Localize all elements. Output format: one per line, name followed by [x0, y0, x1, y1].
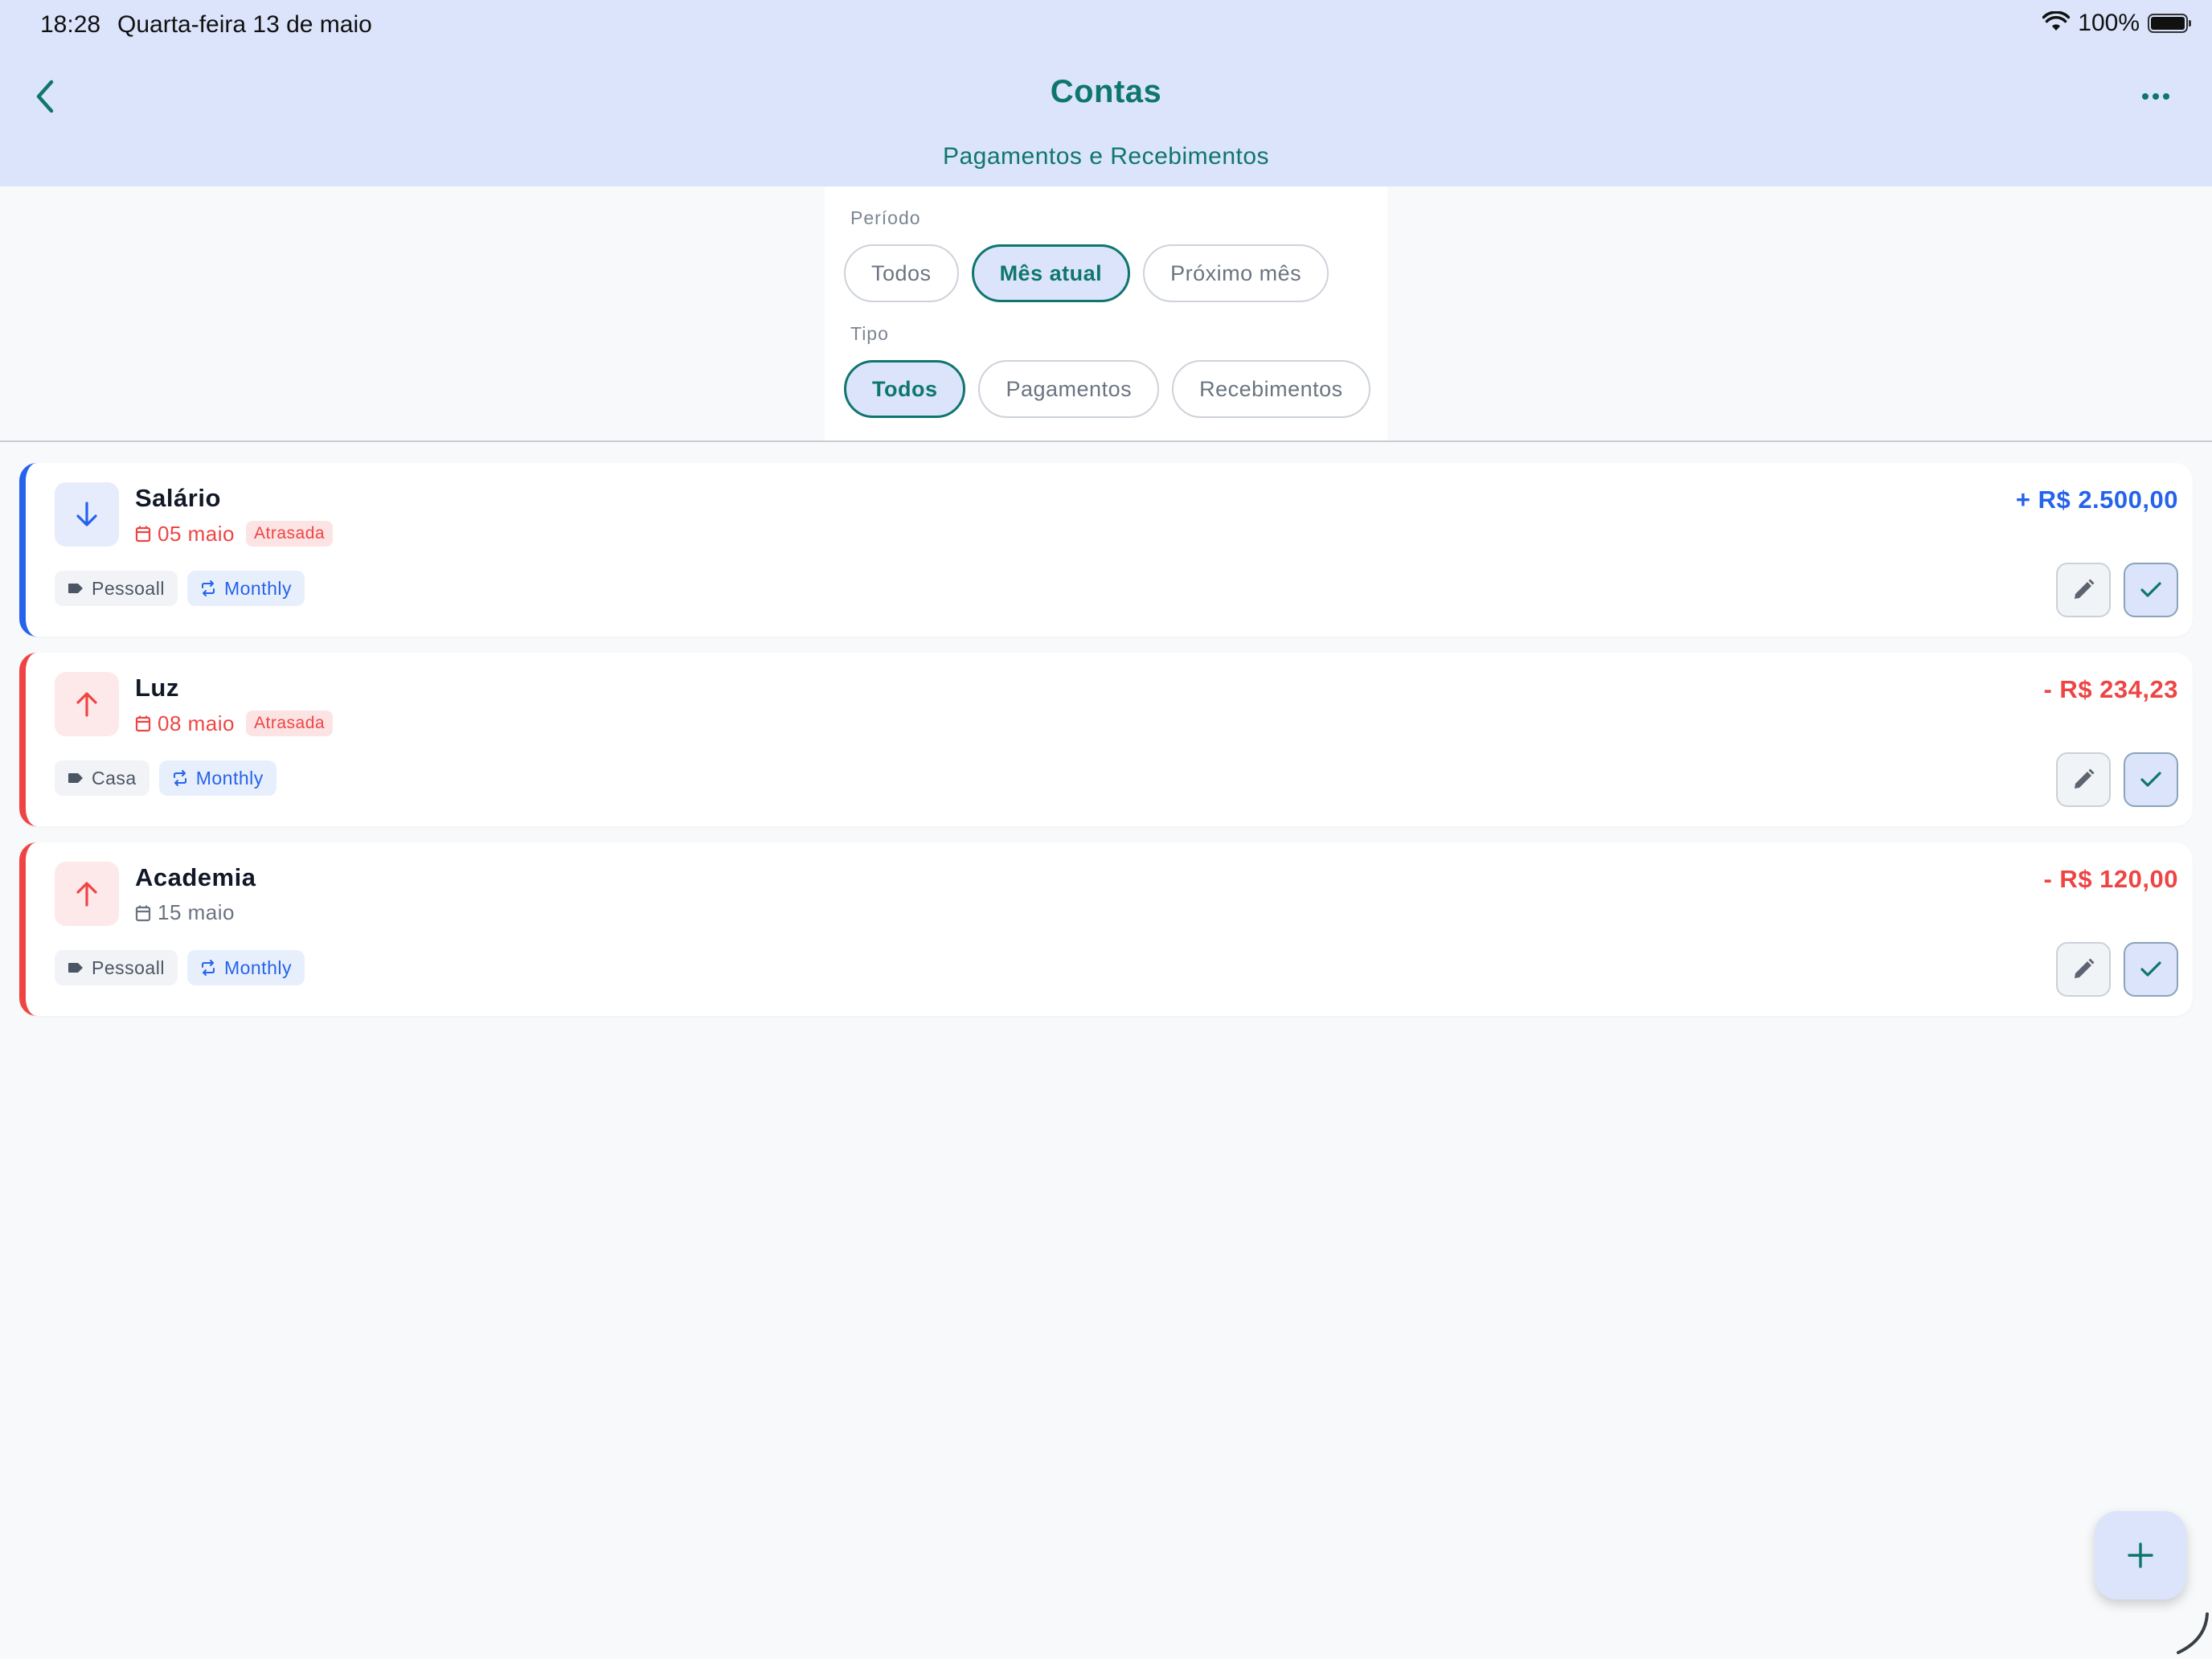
bill-due-date: 08 maio Atrasada: [135, 711, 334, 736]
expense-type-badge: [55, 862, 119, 926]
bill-title: Salário: [135, 484, 221, 512]
mark-paid-button[interactable]: [2124, 942, 2178, 997]
edit-button[interactable]: [2056, 752, 2111, 807]
bill-amount: + R$ 2.500,00: [2015, 485, 2178, 514]
recurrence-label: Monthly: [223, 956, 292, 978]
category-label: Casa: [92, 767, 137, 789]
check-icon: [2140, 582, 2161, 597]
pencil-icon: [2075, 958, 2095, 978]
status-indicators: 100%: [2042, 10, 2191, 37]
bill-actions: [2056, 752, 2178, 807]
pencil-icon: [2075, 768, 2095, 789]
repeat-icon: [201, 960, 215, 976]
add-bill-button[interactable]: [2095, 1511, 2186, 1600]
bill-tags: Pessoall Monthly: [55, 571, 305, 606]
bill-date-text: 05 maio: [158, 521, 235, 546]
recurrence-tag: Monthly: [186, 950, 305, 985]
category-tag: Casa: [55, 760, 150, 796]
category-tag: Pessoall: [55, 950, 178, 985]
pencil-icon: [2075, 579, 2095, 599]
type-filter-chips: Todos Pagamentos Recebimentos: [844, 360, 1370, 418]
battery-percentage: 100%: [2078, 10, 2140, 36]
income-type-badge: [55, 482, 119, 547]
bill-title: Luz: [135, 674, 179, 702]
bill-tags: Casa Monthly: [55, 760, 276, 796]
bill-due-date: 05 maio Atrasada: [135, 521, 334, 547]
status-time: 18:28: [40, 11, 101, 38]
type-chip-pagamentos[interactable]: Pagamentos: [978, 360, 1160, 418]
overdue-badge: Atrasada: [246, 711, 334, 736]
bill-card[interactable]: Salário 05 maio Atrasada + R$ 2.500,00 P…: [19, 463, 2193, 637]
more-options-button[interactable]: [2132, 80, 2180, 113]
recurrence-label: Monthly: [195, 767, 264, 789]
check-icon: [2140, 961, 2161, 977]
arrow-down-icon: [76, 502, 97, 526]
bill-card[interactable]: Luz 08 maio Atrasada - R$ 234,23 Casa Mo…: [19, 653, 2193, 826]
overdue-badge: Atrasada: [246, 521, 334, 547]
more-horizontal-icon: [2142, 93, 2169, 100]
mark-paid-button[interactable]: [2124, 752, 2178, 807]
period-chip-proximo-mes[interactable]: Próximo mês: [1143, 244, 1329, 302]
type-filter-label: Tipo: [850, 323, 889, 344]
period-chip-todos[interactable]: Todos: [844, 244, 959, 302]
recurrence-label: Monthly: [223, 577, 292, 599]
wifi-icon: [2042, 10, 2071, 36]
mark-paid-button[interactable]: [2124, 563, 2178, 617]
divider: [0, 440, 2212, 442]
repeat-icon: [173, 770, 186, 786]
period-filter-chips: Todos Mês atual Próximo mês: [844, 244, 1329, 302]
recurrence-tag: Monthly: [158, 760, 276, 796]
type-chip-recebimentos[interactable]: Recebimentos: [1172, 360, 1370, 418]
bill-amount: - R$ 234,23: [2043, 675, 2178, 703]
period-chip-mes-atual[interactable]: Mês atual: [971, 244, 1131, 302]
bill-due-date: 15 maio: [135, 900, 235, 925]
tag-icon: [68, 584, 83, 593]
expense-type-badge: [55, 672, 119, 736]
category-tag: Pessoall: [55, 571, 178, 606]
edit-button[interactable]: [2056, 563, 2111, 617]
app-header: 18:28 Quarta-feira 13 de maio 100% Conta…: [0, 0, 2212, 186]
arrow-up-icon: [76, 692, 97, 717]
calendar-icon: [135, 905, 151, 921]
bill-amount: - R$ 120,00: [2043, 865, 2178, 893]
period-filter-label: Período: [850, 207, 921, 228]
filter-panel: Período Todos Mês atual Próximo mês Tipo…: [825, 186, 1387, 440]
bill-title: Academia: [135, 863, 256, 891]
bill-actions: [2056, 563, 2178, 617]
status-date: Quarta-feira 13 de maio: [117, 11, 372, 38]
calendar-icon: [135, 526, 151, 543]
calendar-icon: [135, 715, 151, 732]
plus-icon: [2128, 1542, 2153, 1568]
battery-icon: [2148, 14, 2191, 33]
arrow-up-icon: [76, 882, 97, 907]
type-chip-todos[interactable]: Todos: [844, 360, 966, 418]
repeat-icon: [201, 580, 215, 596]
category-label: Pessoall: [92, 956, 165, 978]
check-icon: [2140, 772, 2161, 787]
bill-card[interactable]: Academia 15 maio - R$ 120,00 Pessoall Mo…: [19, 842, 2193, 1016]
bill-date-text: 15 maio: [158, 900, 235, 924]
bill-actions: [2056, 942, 2178, 997]
bill-date-text: 08 maio: [158, 711, 235, 735]
edit-button[interactable]: [2056, 942, 2111, 997]
page-title: Contas: [1050, 74, 1162, 109]
category-label: Pessoall: [92, 577, 165, 599]
page-subtitle: Pagamentos e Recebimentos: [942, 143, 1270, 170]
resize-handle-icon: [2177, 1612, 2209, 1654]
tag-icon: [68, 773, 83, 783]
bill-tags: Pessoall Monthly: [55, 950, 305, 985]
tag-icon: [68, 963, 83, 973]
recurrence-tag: Monthly: [186, 571, 305, 606]
